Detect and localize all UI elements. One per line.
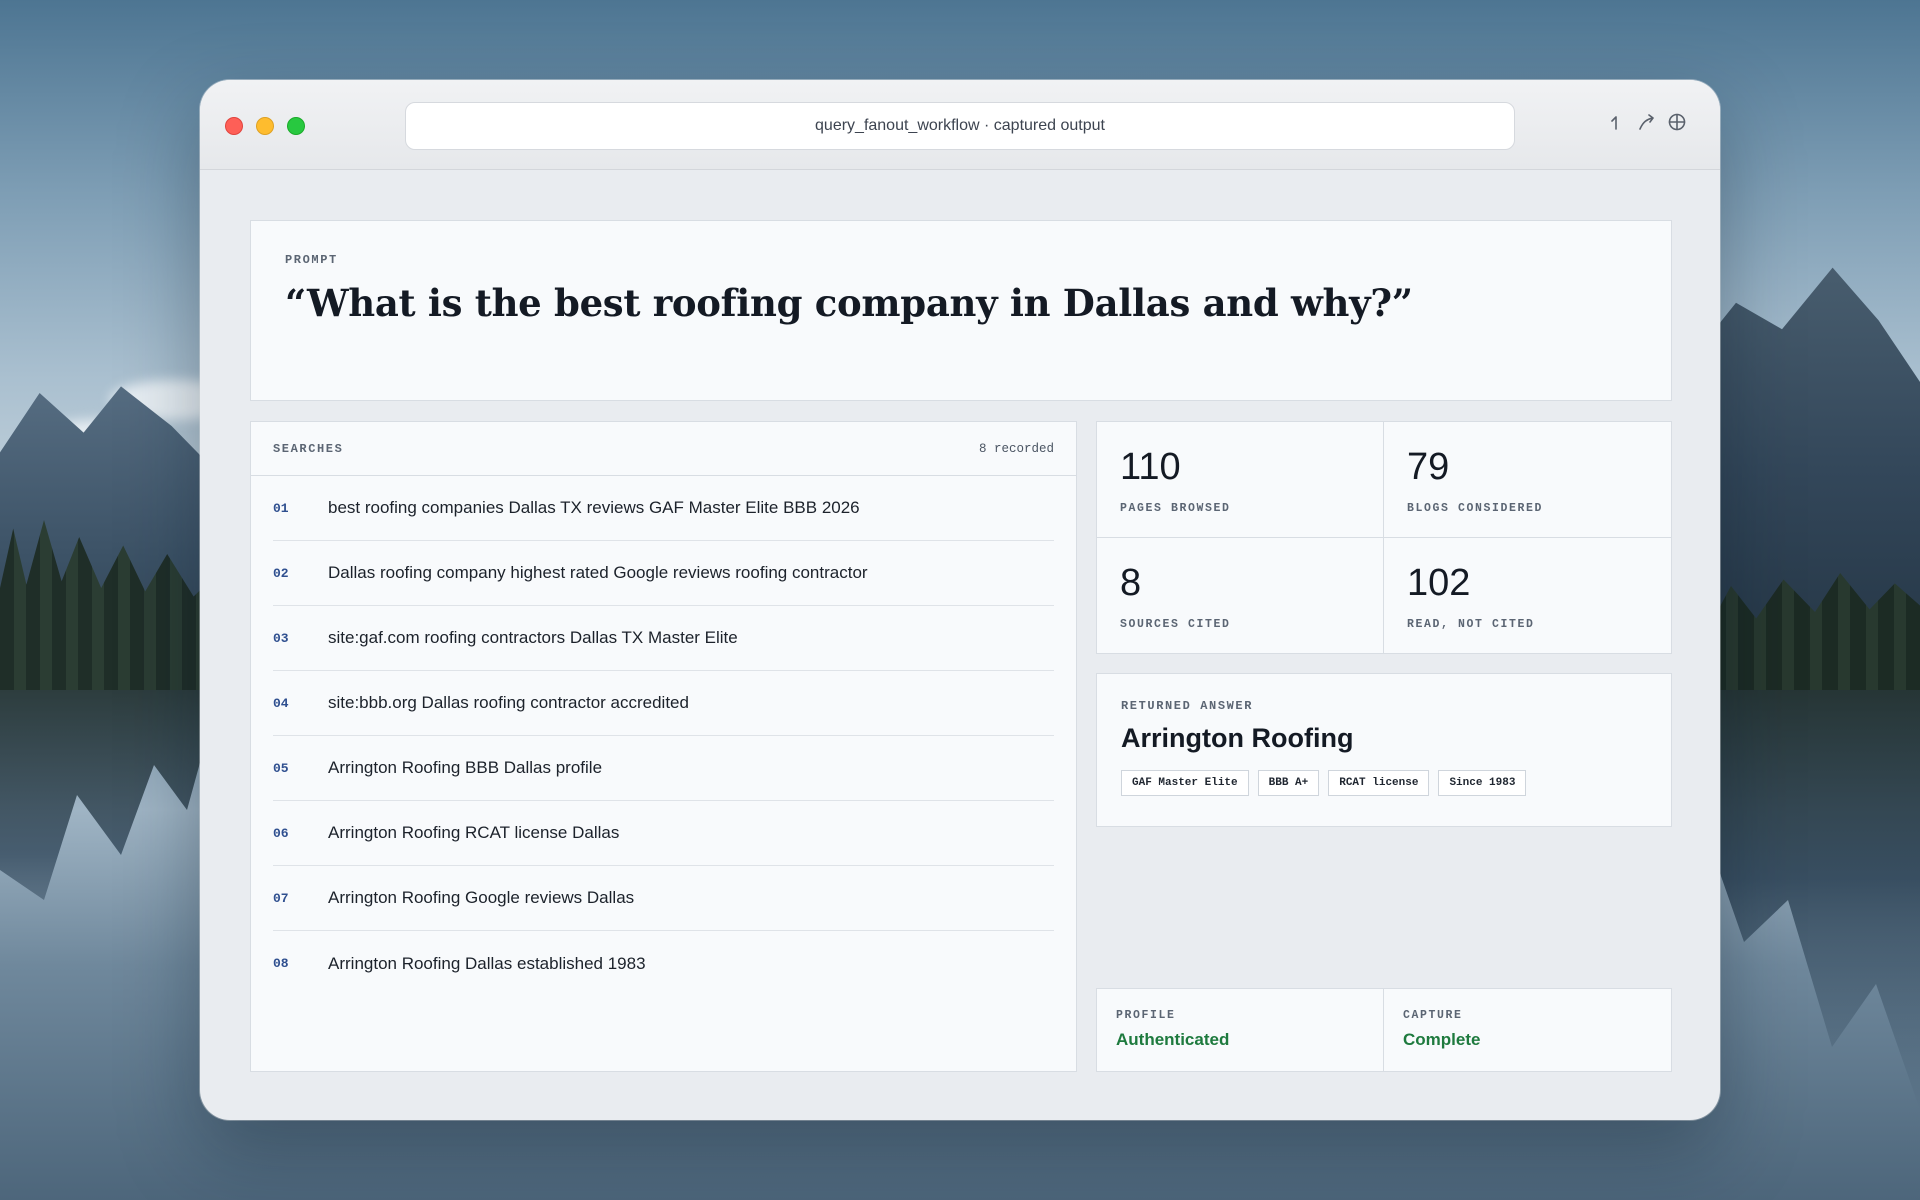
prompt-card: PROMPT “What is the best roofing company… — [250, 220, 1672, 401]
stat-sources-cited: 8 SOURCES CITED — [1097, 538, 1384, 653]
stats-grid: 110 PAGES BROWSED 79 BLOGS CONSIDERED 8 … — [1096, 421, 1672, 654]
search-number: 06 — [273, 825, 289, 841]
search-number: 04 — [273, 695, 289, 711]
returned-answer-card: RETURNED ANSWER Arrington Roofing GAF Ma… — [1096, 673, 1672, 827]
search-number: 03 — [273, 630, 289, 646]
address-bar[interactable]: query_fanout_workflow · captured output — [405, 102, 1515, 150]
toolbar-icons — [1606, 110, 1688, 134]
search-query: site:gaf.com roofing contractors Dallas … — [328, 628, 738, 647]
capture-label: CAPTURE — [1403, 1009, 1463, 1022]
search-item[interactable]: 01 best roofing companies Dallas TX revi… — [273, 476, 1054, 541]
app-window: query_fanout_workflow · captured output … — [200, 80, 1720, 1120]
answer-tags: GAF Master Elite BBB A+ RCAT license Sin… — [1121, 770, 1647, 796]
back-arrow-icon[interactable] — [1606, 110, 1628, 134]
answer-tag: RCAT license — [1328, 770, 1430, 796]
searches-header: SEARCHES 8 recorded — [251, 422, 1076, 476]
profile-status: PROFILE Authenticated — [1097, 989, 1384, 1071]
searches-panel: SEARCHES 8 recorded 01 best roofing comp… — [250, 421, 1077, 1072]
window-title: query_fanout_workflow · captured output — [815, 117, 1105, 134]
stat-blogs-considered: 79 BLOGS CONSIDERED — [1384, 422, 1671, 538]
search-number: 05 — [273, 760, 289, 776]
search-query: site:bbb.org Dallas roofing contractor a… — [328, 693, 689, 712]
capture-status: CAPTURE Complete — [1384, 989, 1671, 1071]
stat-value: 102 — [1407, 562, 1471, 604]
search-item[interactable]: 05 Arrington Roofing BBB Dallas profile — [273, 736, 1054, 801]
search-query: Arrington Roofing Dallas established 198… — [328, 953, 646, 973]
stat-label: READ, NOT CITED — [1407, 618, 1535, 631]
status-panel: PROFILE Authenticated CAPTURE Complete — [1096, 988, 1672, 1072]
answer-tag: BBB A+ — [1257, 770, 1320, 796]
searches-count: 8 recorded — [978, 441, 1054, 456]
search-query: Arrington Roofing Google reviews Dallas — [328, 888, 635, 907]
search-number: 07 — [273, 890, 289, 906]
share-arrow-icon[interactable] — [1636, 110, 1658, 134]
search-item[interactable]: 08 Arrington Roofing Dallas established … — [273, 931, 1054, 996]
globe-icon[interactable] — [1666, 110, 1688, 134]
search-number: 02 — [273, 565, 289, 581]
stat-label: BLOGS CONSIDERED — [1407, 502, 1544, 515]
stat-value: 110 — [1120, 446, 1181, 488]
search-query: Arrington Roofing RCAT license Dallas — [328, 823, 620, 842]
prompt-text: “What is the best roofing company in Dal… — [285, 281, 1413, 325]
stat-value: 8 — [1120, 562, 1142, 604]
search-item[interactable]: 07 Arrington Roofing Google reviews Dall… — [273, 866, 1054, 931]
searches-label: SEARCHES — [273, 441, 344, 456]
capture-value: Complete — [1403, 1030, 1481, 1049]
answer-label: RETURNED ANSWER — [1121, 699, 1254, 713]
stat-label: SOURCES CITED — [1120, 618, 1231, 631]
prompt-label: PROMPT — [285, 253, 338, 267]
minimize-window-button[interactable] — [256, 117, 274, 135]
search-query: Arrington Roofing BBB Dallas profile — [328, 758, 603, 777]
stat-label: PAGES BROWSED — [1120, 502, 1231, 515]
profile-value: Authenticated — [1116, 1030, 1230, 1049]
search-number: 08 — [273, 956, 289, 971]
search-item[interactable]: 06 Arrington Roofing RCAT license Dallas — [273, 801, 1054, 866]
search-number: 01 — [273, 500, 289, 516]
stat-read-not-cited: 102 READ, NOT CITED — [1384, 538, 1671, 653]
search-item[interactable]: 04 site:bbb.org Dallas roofing contracto… — [273, 671, 1054, 736]
search-item[interactable]: 03 site:gaf.com roofing contractors Dall… — [273, 606, 1054, 671]
close-window-button[interactable] — [225, 117, 243, 135]
stat-pages-browsed: 110 PAGES BROWSED — [1097, 422, 1384, 538]
search-query: best roofing companies Dallas TX reviews… — [328, 498, 860, 517]
search-list: 01 best roofing companies Dallas TX revi… — [251, 476, 1076, 996]
stat-value: 79 — [1407, 446, 1450, 488]
search-item[interactable]: 02 Dallas roofing company highest rated … — [273, 541, 1054, 606]
title-bar: query_fanout_workflow · captured output — [200, 80, 1720, 170]
search-query: Dallas roofing company highest rated Goo… — [328, 563, 868, 582]
profile-label: PROFILE — [1116, 1009, 1176, 1022]
answer-name: Arrington Roofing — [1121, 723, 1354, 753]
answer-tag: GAF Master Elite — [1121, 770, 1249, 796]
answer-tag: Since 1983 — [1438, 770, 1527, 796]
maximize-window-button[interactable] — [287, 117, 305, 135]
